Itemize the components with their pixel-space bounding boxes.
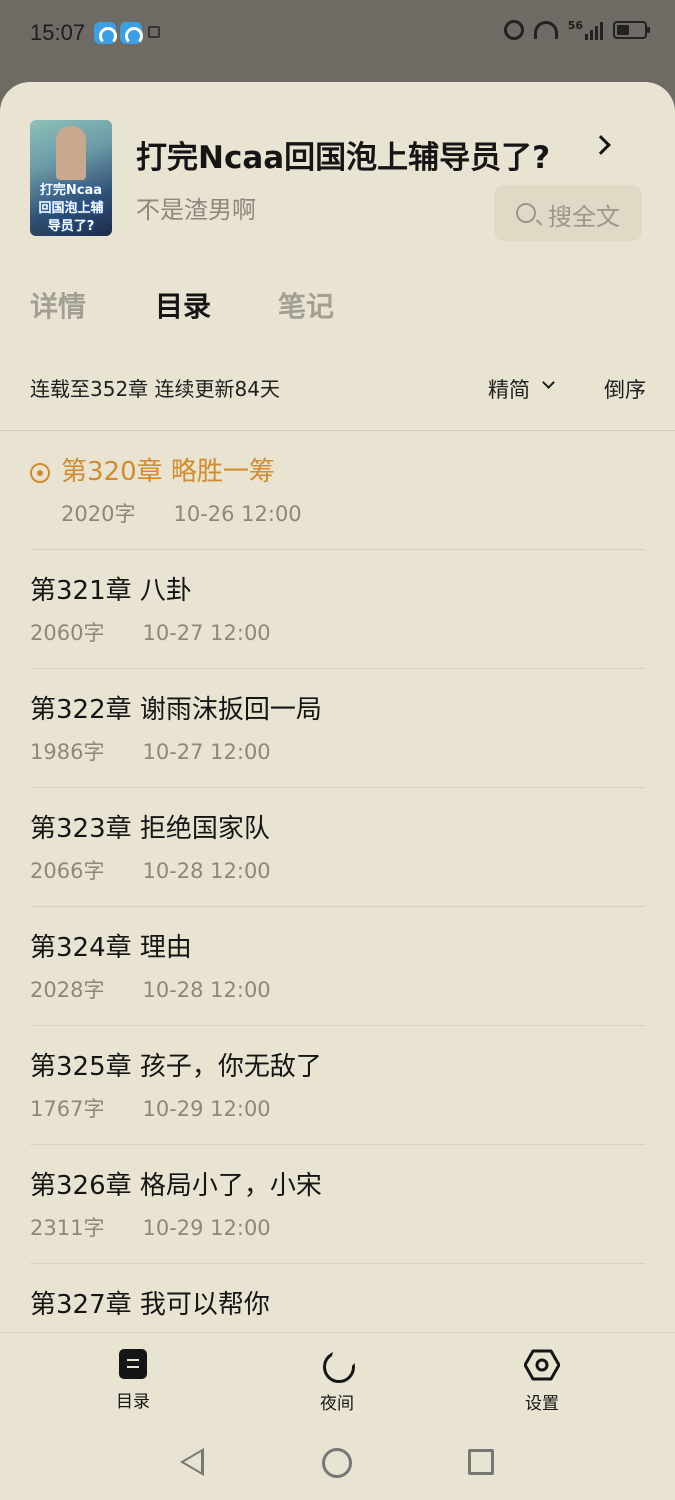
chapter-item[interactable]: 第326章 格局小了，小宋 2311字 10-29 12:00 [30,1145,645,1264]
chapter-meta: 2020字 10-26 12:00 [61,498,302,528]
book-author: 不是渣男啊 [136,196,256,224]
chapter-date: 10-27 12:00 [142,740,271,764]
chevron-right-icon[interactable] [591,135,611,155]
app-notification-icon [120,22,143,45]
chapter-title: 第324章 理由 [30,933,192,963]
settings-button[interactable]: 设置 [497,1349,587,1414]
chapter-words: 2028字 [30,978,105,1002]
night-mode-label: 夜间 [320,1394,354,1414]
sort-order-button[interactable]: 倒序 [604,374,646,404]
chapter-meta: 1767字 10-29 12:00 [30,1093,271,1123]
search-label: 搜全文 [548,203,620,231]
chapter-meta: 2060字 10-27 12:00 [30,617,271,647]
chapter-title: 第325章 孩子，你无敌了 [30,1052,322,1082]
screenshot-icon [148,26,160,38]
chapter-words: 2060字 [30,621,105,645]
tab-contents[interactable]: 目录 [155,285,211,325]
night-mode-button[interactable]: 夜间 [292,1345,382,1414]
chapter-title: 第322章 谢雨沫扳回一局 [30,695,322,725]
back-icon[interactable] [180,1448,204,1476]
chapter-item-current[interactable]: 第320章 略胜一筹 2020字 10-26 12:00 [30,431,645,550]
lang-select[interactable]: 精简 [488,374,555,404]
chapter-title: 第320章 略胜一筹 [61,457,275,487]
book-title[interactable]: 打完Ncaa回国泡上辅导员了? [136,132,550,177]
home-icon[interactable] [322,1448,352,1478]
toc-sheet: 打完Ncaa回国泡上辅导员了? 打完Ncaa回国泡上辅导员了? 不是渣男啊 搜全… [0,82,675,1500]
settings-label: 设置 [525,1394,559,1414]
chapter-date: 10-27 12:00 [142,621,271,645]
chapter-meta: 2066字 10-28 12:00 [30,855,271,885]
chapter-title: 第327章 我可以帮你 [30,1290,270,1320]
toc-button-label: 目录 [116,1392,150,1412]
chapter-meta: 2311字 10-29 12:00 [30,1212,271,1242]
toc-button[interactable]: 目录 [88,1349,178,1412]
lang-select-label: 精简 [488,378,530,402]
book-cover[interactable]: 打完Ncaa回国泡上辅导员了? [30,120,112,236]
chapter-date: 10-26 12:00 [173,502,302,526]
chapter-title: 第323章 拒绝国家队 [30,814,270,844]
search-icon [516,203,536,223]
chapter-item[interactable]: 第321章 八卦 2060字 10-27 12:00 [30,550,645,669]
chapter-words: 1767字 [30,1097,105,1121]
status-bar: 15:07 56 [0,0,675,66]
chapter-date: 10-28 12:00 [142,978,271,1002]
chapter-date: 10-29 12:00 [142,1097,271,1121]
status-time: 15:07 [30,20,86,45]
chapter-title: 第321章 八卦 [30,576,192,606]
chapter-item[interactable]: 第325章 孩子，你无敌了 1767字 10-29 12:00 [30,1026,645,1145]
chapter-date: 10-29 12:00 [142,1216,271,1240]
wifi-icon [533,21,558,39]
contents-icon [119,1349,147,1379]
chapter-item[interactable]: 第322章 谢雨沫扳回一局 1986字 10-27 12:00 [30,669,645,788]
app-notification-icon [94,22,117,45]
chapter-words: 2066字 [30,859,105,883]
search-full-text-button[interactable]: 搜全文 [494,185,642,241]
chapter-words: 1986字 [30,740,105,764]
moon-icon [321,1345,356,1383]
chapter-meta: 1986字 10-27 12:00 [30,736,271,766]
chapter-item[interactable]: 第324章 理由 2028字 10-28 12:00 [30,907,645,1026]
cover-figure [56,126,86,180]
chapter-title: 第326章 格局小了，小宋 [30,1171,322,1201]
screen: 15:07 56 打完Ncaa回国泡上辅导员了? 打完Ncaa回国泡上辅导员了?… [0,0,675,1500]
recents-icon[interactable] [468,1449,494,1475]
update-info: 连载至352章 连续更新84天 [30,377,280,401]
signal-icon [585,20,603,40]
chapter-words: 2020字 [61,502,136,526]
tab-notes[interactable]: 笔记 [278,285,334,325]
chapter-meta: 2028字 10-28 12:00 [30,974,271,1004]
chevron-down-icon [542,376,555,389]
gear-icon [524,1349,560,1381]
chapter-date: 10-28 12:00 [142,859,271,883]
current-location-icon [30,463,50,483]
system-nav-bar [0,1418,675,1500]
cover-title: 打完Ncaa回国泡上辅导员了? [38,183,104,234]
status-icons: 56 [503,18,650,40]
alarm-icon [503,20,524,40]
battery-icon [613,21,650,39]
network-type: 56 [567,18,583,32]
chapter-item[interactable]: 第323章 拒绝国家队 2066字 10-28 12:00 [30,788,645,907]
tab-details[interactable]: 详情 [30,285,86,325]
chapter-words: 2311字 [30,1216,105,1240]
